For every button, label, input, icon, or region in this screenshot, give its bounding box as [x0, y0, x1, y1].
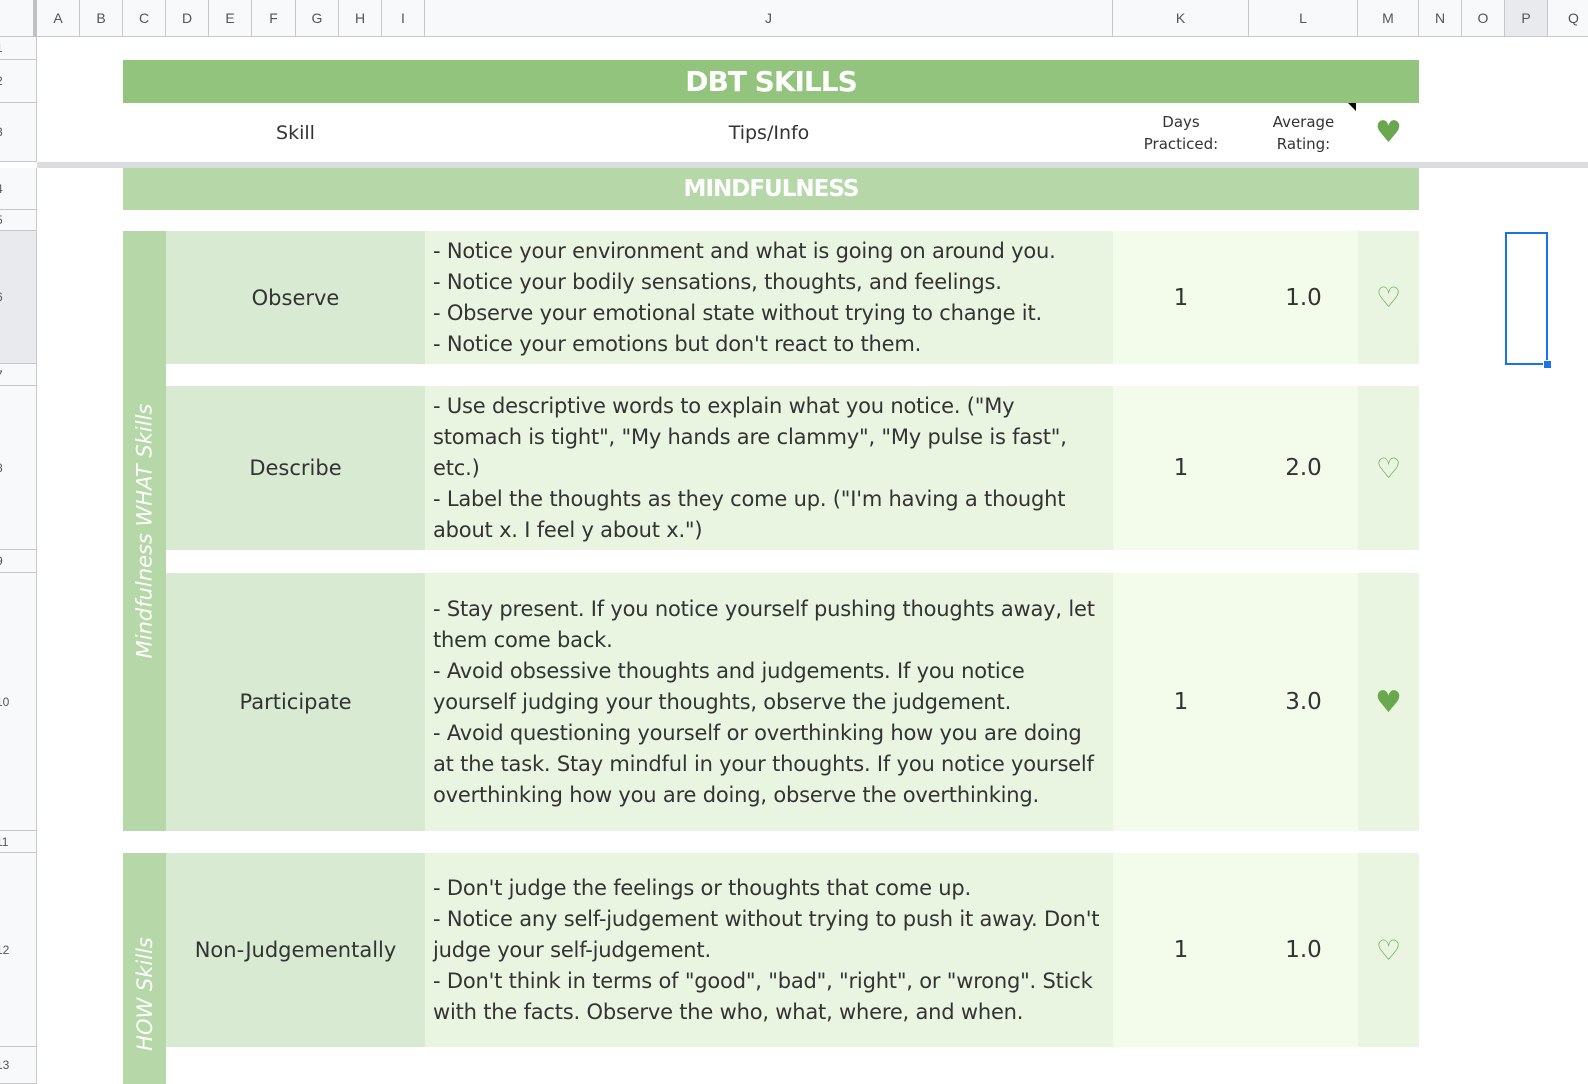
column-header-P[interactable]: P: [1505, 0, 1548, 37]
column-header-N[interactable]: N: [1419, 0, 1462, 37]
column-header-I[interactable]: I: [382, 0, 425, 37]
column-header-C[interactable]: C: [123, 0, 166, 37]
days-practiced: 1: [1113, 853, 1249, 1047]
row-header-5[interactable]: 5: [0, 210, 37, 231]
column-header-M[interactable]: M: [1358, 0, 1419, 37]
heart-toggle[interactable]: ♡: [1358, 231, 1419, 364]
heart-icon: ♥: [1375, 115, 1402, 150]
column-header-K[interactable]: K: [1113, 0, 1249, 37]
row-header-8[interactable]: 8: [0, 386, 37, 550]
skill-tips: - Stay present. If you notice yourself p…: [425, 573, 1113, 831]
average-rating: 1.0: [1249, 231, 1358, 364]
days-practiced: 1: [1113, 386, 1249, 550]
selected-cell[interactable]: [1505, 232, 1548, 365]
average-rating: 1.0: [1249, 853, 1358, 1047]
header-rating: Average Rating:: [1272, 112, 1335, 153]
skill-name: Non-Judgementally: [166, 853, 425, 1047]
column-header-D[interactable]: D: [166, 0, 209, 37]
header-skill: Skill: [276, 121, 315, 144]
title-banner: DBT SKILLS: [123, 60, 1419, 103]
column-header-B[interactable]: B: [80, 0, 123, 37]
skill-name: Observe: [166, 231, 425, 364]
row-header-6[interactable]: 6: [0, 231, 37, 364]
days-practiced: 1: [1113, 231, 1249, 364]
row-header-7[interactable]: 7: [0, 364, 37, 386]
skill-tips: - Use descriptive words to explain what …: [425, 386, 1113, 550]
group-label-how: HOW Skills: [123, 853, 166, 1084]
skill-tips: - Don't judge the feelings or thoughts t…: [425, 853, 1113, 1047]
column-header-Q[interactable]: Q: [1548, 0, 1588, 37]
row-header-3[interactable]: 3: [0, 103, 37, 162]
days-practiced: 1: [1113, 573, 1249, 831]
select-all-corner[interactable]: [0, 0, 37, 37]
skill-name: Participate: [166, 573, 425, 831]
row-header-12[interactable]: 12: [0, 853, 37, 1047]
section-banner: MINDFULNESS: [123, 168, 1419, 210]
column-header-H[interactable]: H: [339, 0, 382, 37]
column-header-E[interactable]: E: [209, 0, 252, 37]
section-title: MINDFULNESS: [683, 176, 860, 202]
column-header-J[interactable]: J: [425, 0, 1113, 37]
row-header-11[interactable]: 11: [0, 831, 37, 853]
heart-toggle[interactable]: ♥: [1358, 573, 1419, 831]
row-header-2[interactable]: 2: [0, 60, 37, 103]
row-header-9[interactable]: 9: [0, 550, 37, 573]
skill-name: Describe: [166, 386, 425, 550]
average-rating: 2.0: [1249, 386, 1358, 550]
column-header-L[interactable]: L: [1249, 0, 1358, 37]
row-header-10[interactable]: 10: [0, 573, 37, 831]
column-header-F[interactable]: F: [252, 0, 296, 37]
skill-tips: - Notice your environment and what is go…: [425, 231, 1113, 364]
column-header-O[interactable]: O: [1462, 0, 1505, 37]
column-header-G[interactable]: G: [296, 0, 339, 37]
heart-toggle[interactable]: ♡: [1358, 386, 1419, 550]
average-rating: 3.0: [1249, 573, 1358, 831]
heart-toggle[interactable]: ♡: [1358, 853, 1419, 1047]
row-header-13[interactable]: 13: [0, 1047, 37, 1084]
group-label-what: Mindfulness WHAT Skills: [123, 231, 166, 831]
column-header-A[interactable]: A: [37, 0, 80, 37]
row-header-1[interactable]: 1: [0, 37, 37, 60]
row-header-4[interactable]: 4: [0, 168, 37, 210]
header-tips: Tips/Info: [728, 121, 810, 144]
header-days: Days Practiced:: [1143, 112, 1219, 153]
fill-handle[interactable]: [1543, 360, 1552, 369]
note-indicator[interactable]: [1348, 103, 1356, 111]
title: DBT SKILLS: [685, 65, 858, 98]
